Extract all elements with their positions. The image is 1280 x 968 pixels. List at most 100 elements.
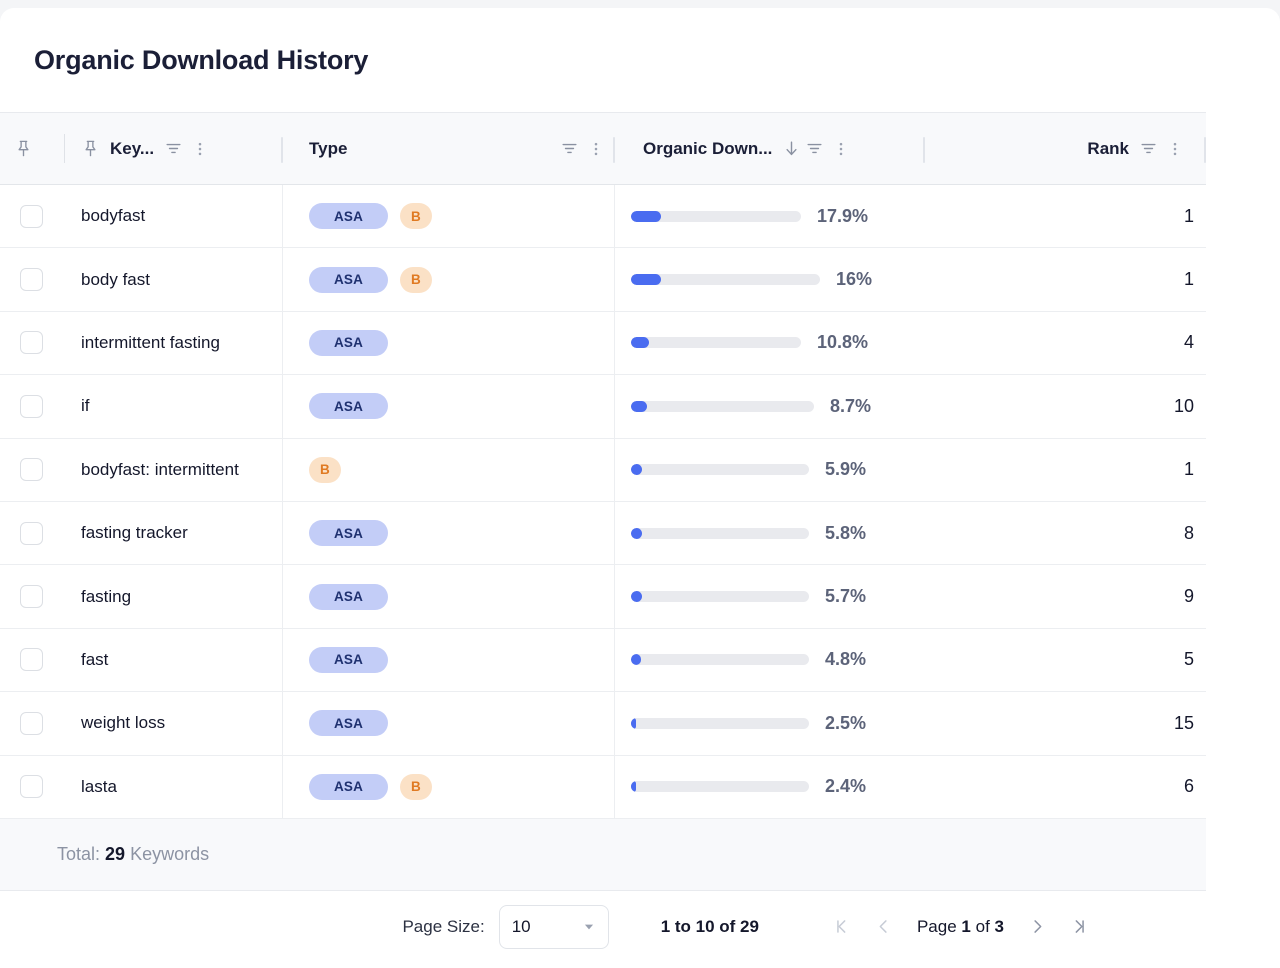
table-row[interactable]: fasting tracker ASA 5.8% 8	[0, 501, 1206, 566]
progress-fill	[631, 717, 636, 729]
table-row[interactable]: fasting ASA 5.7% 9	[0, 565, 1206, 629]
rank-cell: 9	[925, 565, 1206, 627]
row-select-cell[interactable]	[0, 502, 65, 564]
column-resize-handle-rank[interactable]	[1204, 137, 1206, 163]
row-select-cell[interactable]	[0, 756, 65, 818]
page-title: Organic Download History	[34, 44, 369, 75]
header-cell-keyword[interactable]: Key...	[65, 113, 283, 184]
type-badges: ASA	[309, 646, 388, 673]
keyword-text: lasta	[81, 776, 117, 796]
table-row[interactable]: weight loss ASA 2.5% 15	[0, 692, 1206, 756]
chevron-left-icon[interactable]	[863, 906, 905, 948]
type-cell: ASA B	[283, 755, 615, 818]
rank-cell: 4	[925, 312, 1206, 374]
keyword-cell: fasting tracker	[65, 501, 283, 565]
more-vertical-icon[interactable]	[1166, 140, 1184, 158]
keyword-cell: weight loss	[65, 692, 283, 755]
row-select-cell[interactable]	[0, 312, 65, 374]
table-row[interactable]: bodyfast: intermittent B 5.9% 1	[0, 438, 1206, 502]
row-checkbox[interactable]	[20, 331, 43, 355]
progress-track	[631, 464, 809, 476]
page-size-select[interactable]: 10	[498, 904, 609, 949]
filter-icon[interactable]	[1139, 139, 1158, 158]
rank-cell: 1	[925, 185, 1206, 247]
last-page-icon[interactable]	[1058, 906, 1100, 948]
table-row[interactable]: body fast ASA B 16% 1	[0, 248, 1206, 312]
rank-value: 15	[1173, 712, 1194, 733]
row-checkbox[interactable]	[20, 585, 43, 609]
organic-progress: 10.8%	[631, 332, 925, 353]
row-checkbox[interactable]	[20, 711, 43, 735]
page-size-label: Page Size:	[402, 916, 485, 936]
type-badges: ASA	[309, 393, 388, 420]
row-checkbox[interactable]	[20, 204, 43, 228]
filter-icon[interactable]	[805, 139, 824, 158]
rank-cell: 6	[925, 756, 1206, 818]
badge-asa: ASA	[309, 329, 388, 356]
row-select-cell[interactable]	[0, 248, 65, 310]
row-select-cell[interactable]	[0, 565, 65, 627]
keyword-text: body fast	[81, 269, 150, 289]
organic-progress: 2.5%	[631, 713, 925, 734]
header-cell-type[interactable]: Type	[283, 113, 615, 184]
row-checkbox[interactable]	[20, 394, 43, 418]
current-page: 1	[961, 916, 971, 936]
row-select-cell[interactable]	[0, 375, 65, 437]
table-row[interactable]: if ASA 8.7% 10	[0, 375, 1206, 439]
pin-icon[interactable]	[81, 139, 100, 158]
chevron-right-icon[interactable]	[1016, 906, 1058, 948]
header-cell-organic-downloads[interactable]: Organic Down...	[615, 113, 925, 184]
progress-fill	[631, 591, 642, 603]
rank-value: 6	[1183, 776, 1194, 797]
organic-downloads-cell: 4.8%	[615, 629, 925, 691]
total-suffix: Keywords	[130, 843, 210, 864]
type-cell: ASA	[283, 501, 615, 565]
header-label-keyword: Key...	[110, 138, 155, 158]
type-cell: ASA	[283, 692, 615, 755]
keyword-cell: fast	[65, 628, 283, 692]
badge-asa: ASA	[309, 393, 388, 420]
pagination-nav: Page 1 of 3	[821, 906, 1100, 948]
row-checkbox[interactable]	[20, 268, 43, 292]
progress-track	[631, 210, 801, 222]
organic-progress: 5.7%	[631, 586, 925, 607]
more-vertical-icon[interactable]	[191, 140, 209, 158]
table-row[interactable]: fast ASA 4.8% 5	[0, 628, 1206, 693]
header-label-type: Type	[309, 138, 348, 158]
table-row[interactable]: bodyfast ASA B 17.9% 1	[0, 185, 1206, 249]
page-size-value: 10	[511, 916, 531, 936]
keyword-cell: bodyfast	[65, 185, 283, 248]
row-select-cell[interactable]	[0, 185, 65, 247]
organic-percent: 2.5%	[825, 712, 867, 733]
more-vertical-icon[interactable]	[587, 140, 605, 158]
rank-value: 9	[1183, 586, 1194, 607]
keyword-text: intermittent fasting	[81, 332, 220, 352]
header-cell-select[interactable]	[0, 113, 65, 184]
rank-value: 1	[1183, 205, 1194, 226]
more-vertical-icon[interactable]	[832, 140, 850, 158]
row-checkbox[interactable]	[20, 648, 43, 672]
header-cell-rank[interactable]: Rank	[925, 113, 1206, 184]
first-page-icon[interactable]	[821, 906, 863, 948]
filter-icon[interactable]	[560, 139, 579, 158]
badge-asa: ASA	[309, 646, 388, 673]
row-checkbox[interactable]	[20, 521, 43, 545]
organic-downloads-cell: 8.7%	[615, 375, 925, 437]
organic-percent: 16%	[836, 269, 873, 290]
progress-fill	[631, 464, 642, 476]
table-row[interactable]: lasta ASA B 2.4% 6	[0, 755, 1206, 819]
row-checkbox[interactable]	[20, 458, 43, 482]
type-badges: ASA	[309, 520, 388, 547]
pin-icon[interactable]	[14, 139, 33, 158]
type-cell: ASA B	[283, 185, 615, 248]
filter-icon[interactable]	[164, 139, 183, 158]
type-badges: ASA B	[309, 203, 432, 230]
row-select-cell[interactable]	[0, 439, 65, 501]
organic-downloads-cell: 2.4%	[615, 756, 925, 818]
row-checkbox[interactable]	[20, 775, 43, 799]
row-select-cell[interactable]	[0, 629, 65, 691]
table-row[interactable]: intermittent fasting ASA 10.8% 4	[0, 311, 1206, 376]
row-select-cell[interactable]	[0, 692, 65, 754]
badge-b: B	[400, 266, 432, 293]
arrow-down-icon[interactable]	[782, 139, 801, 158]
